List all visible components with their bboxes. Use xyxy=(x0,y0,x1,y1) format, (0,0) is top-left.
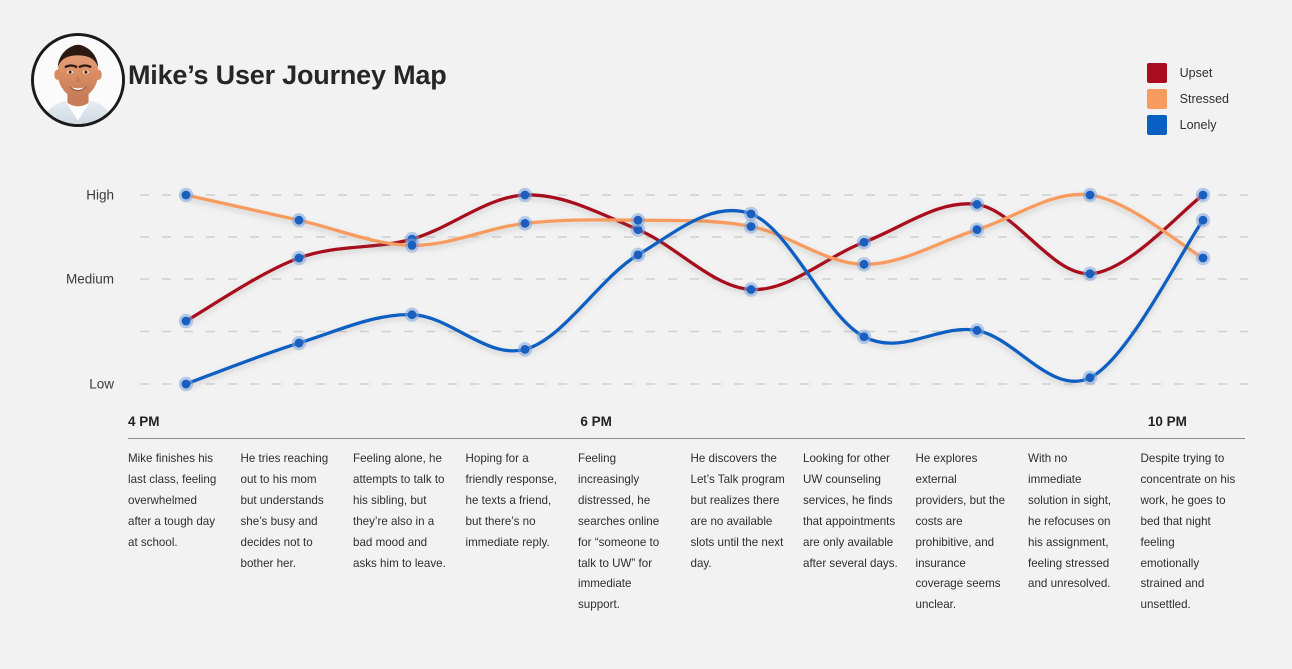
data-point-lonely-8[interactable] xyxy=(1085,373,1095,383)
emotion-line-chart: High Medium Low xyxy=(0,150,1292,410)
time-axis-label-2: 10 PM xyxy=(1147,414,1187,429)
data-point-stressed-9[interactable] xyxy=(1198,253,1208,263)
journey-stage-text: With no immediate solution in sight, he … xyxy=(1028,452,1112,591)
data-point-upset-9[interactable] xyxy=(1198,190,1208,200)
journey-stage: He discovers the Let’s Talk program but … xyxy=(691,449,786,574)
data-point-lonely-6[interactable] xyxy=(859,332,869,342)
journey-stage: Despite trying to concentrate on his wor… xyxy=(1141,449,1236,616)
data-point-upset-3[interactable] xyxy=(520,190,530,200)
data-point-stressed-3[interactable] xyxy=(520,218,530,228)
avatar xyxy=(31,33,125,127)
data-point-stressed-6[interactable] xyxy=(859,259,869,269)
time-axis-label-0: 4 PM xyxy=(128,414,160,429)
journey-stage-text: He discovers the Let’s Talk program but … xyxy=(690,452,785,570)
legend-label-upset: Upset xyxy=(1179,66,1213,80)
journey-stage: Feeling alone, he attempts to talk to hi… xyxy=(353,449,448,574)
legend-swatch-lonely xyxy=(1146,115,1167,135)
legend-swatch-upset xyxy=(1146,63,1167,83)
legend-item-upset: Upset xyxy=(1146,60,1229,86)
data-point-lonely-1[interactable] xyxy=(294,338,304,348)
chart-svg xyxy=(140,187,1248,392)
legend: Upset Stressed Lonely xyxy=(1146,60,1229,138)
journey-stage-text: Despite trying to concentrate on his wor… xyxy=(1140,452,1236,612)
data-point-stressed-2[interactable] xyxy=(407,241,417,250)
journey-stage: He explores external providers, but the … xyxy=(916,449,1011,616)
data-point-stressed-0[interactable] xyxy=(181,190,191,200)
journey-stage-text: Feeling increasingly distressed, he sear… xyxy=(578,452,660,612)
data-point-lonely-7[interactable] xyxy=(972,326,982,335)
journey-stage-text: He tries reaching out to his mom but und… xyxy=(240,452,329,570)
journey-stage-text: He explores external providers, but the … xyxy=(915,452,1006,612)
journey-stage: He tries reaching out to his mom but und… xyxy=(241,449,336,574)
data-point-upset-6[interactable] xyxy=(859,237,869,247)
journey-stage: Hoping for a friendly response, he texts… xyxy=(466,449,561,554)
avatar-portrait-icon xyxy=(34,36,122,124)
data-point-stressed-4[interactable] xyxy=(633,215,643,225)
journey-stage-text: Feeling alone, he attempts to talk to hi… xyxy=(353,452,446,570)
data-point-lonely-3[interactable] xyxy=(520,344,530,354)
time-axis: 4 PM 6 PM 10 PM xyxy=(0,410,1292,446)
chart-plot-area xyxy=(0,150,1292,410)
legend-label-lonely: Lonely xyxy=(1179,118,1217,132)
journey-stage-text: Looking for other UW counseling services… xyxy=(803,452,898,570)
journey-stage: Feeling increasingly distressed, he sear… xyxy=(578,449,673,616)
chart-line-upset xyxy=(184,193,1205,323)
data-point-upset-7[interactable] xyxy=(972,200,982,209)
data-point-stressed-8[interactable] xyxy=(1085,190,1095,200)
journey-stage-list: Mike finishes his last class, feeling ov… xyxy=(128,449,1245,649)
journey-map-page: Mike’s User Journey Map Upset Stressed L… xyxy=(0,0,1292,669)
data-point-stressed-7[interactable] xyxy=(972,225,982,235)
journey-stage-text: Hoping for a friendly response, he texts… xyxy=(465,452,558,549)
journey-stage-text: Mike finishes his last class, feeling ov… xyxy=(128,452,217,549)
legend-item-lonely: Lonely xyxy=(1146,112,1229,138)
data-point-lonely-2[interactable] xyxy=(407,310,417,320)
data-point-upset-0[interactable] xyxy=(181,316,191,326)
page-header: Mike’s User Journey Map Upset Stressed L… xyxy=(0,0,1292,150)
chart-line-stressed xyxy=(184,192,1205,266)
axis-divider xyxy=(128,438,1245,439)
data-point-upset-1[interactable] xyxy=(294,253,304,263)
data-point-lonely-5[interactable] xyxy=(746,209,756,219)
data-point-lonely-4[interactable] xyxy=(633,250,643,260)
data-point-upset-8[interactable] xyxy=(1085,269,1095,279)
journey-stage: Looking for other UW counseling services… xyxy=(803,449,898,574)
time-axis-label-1: 6 PM xyxy=(580,414,612,429)
data-point-stressed-5[interactable] xyxy=(746,222,756,231)
legend-item-stressed: Stressed xyxy=(1146,86,1229,112)
data-point-lonely-0[interactable] xyxy=(181,379,191,389)
data-point-lonely-9[interactable] xyxy=(1198,215,1208,225)
journey-stage: Mike finishes his last class, feeling ov… xyxy=(128,449,223,554)
legend-swatch-stressed xyxy=(1146,89,1167,109)
data-point-upset-5[interactable] xyxy=(746,285,756,294)
data-point-stressed-1[interactable] xyxy=(294,215,304,225)
page-title: Mike’s User Journey Map xyxy=(128,60,447,90)
legend-label-stressed: Stressed xyxy=(1179,92,1229,106)
journey-stage: With no immediate solution in sight, he … xyxy=(1028,449,1123,595)
